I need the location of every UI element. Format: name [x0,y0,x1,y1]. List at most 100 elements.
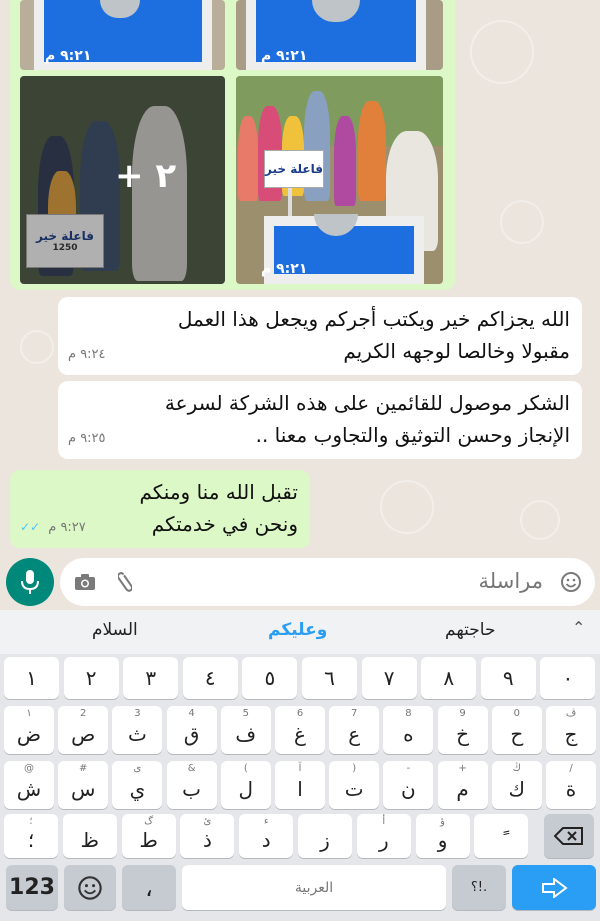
letter-key[interactable]: / ة [546,761,596,809]
key-hint: 3 [134,708,141,719]
letter-key[interactable]: ) ت [329,761,380,809]
key-label: ٢ [85,666,97,690]
mic-button[interactable] [6,558,54,606]
photo-thumbnail[interactable]: ٩:٢١ م [236,0,443,70]
number-key[interactable]: ٤ [182,657,238,699]
number-key[interactable]: ٩ [480,657,536,699]
key-hint: ؤ [440,816,446,827]
number-key[interactable]: ٠ [540,657,596,699]
photo-thumbnail[interactable]: فاعلة خير ٩:٢١ م [236,76,443,284]
number-key[interactable]: ٢ [63,657,119,699]
key-label: ق [183,722,200,746]
key-hint: / [569,763,573,774]
enter-key[interactable] [512,865,596,910]
key-label: ٧ [383,666,395,690]
number-key[interactable]: ٧ [361,657,417,699]
letter-key[interactable]: ز [298,814,352,858]
letter-key[interactable]: @ ش [4,761,54,809]
message-time: ✓✓ ٩:٢٧ م [20,511,86,544]
message-composer: مراسلة [0,555,600,610]
number-key[interactable]: ١ [4,657,59,699]
key-hint: ء [263,816,269,827]
letter-key[interactable]: 5ف [220,706,271,754]
incoming-message[interactable]: الشكر موصول للقائمين على هذه الشركة لسرع… [58,381,582,459]
letter-key[interactable]: ڭك [491,761,542,809]
key-hint: 8 [405,708,412,719]
letter-key[interactable]: ١ض [4,706,54,754]
key-label: ي [129,777,146,801]
letter-key[interactable]: 9خ [437,706,488,754]
letter-key[interactable]: ظ [62,814,117,858]
suggestion-right[interactable]: حاجتهم [445,620,495,640]
emoji-key[interactable] [64,865,116,910]
camera-button[interactable] [72,570,98,594]
letter-key[interactable]: -ن [383,761,434,809]
key-label: ٦ [324,666,335,690]
letter-key[interactable]: 0ح [491,706,542,754]
message-text: الله يجزاكم خير ويكتب أجركم ويجعل هذا ال… [177,307,570,363]
suggestion-left[interactable]: السلام [92,620,138,640]
number-key[interactable]: ٨ [421,657,477,699]
message-time: ٩:٢٤ م [68,347,106,362]
space-key[interactable]: العربية [182,865,446,910]
letter-key[interactable]: # س [58,761,109,809]
expand-suggestions-icon[interactable]: ⌃ [572,618,585,637]
more-photos-count: + ٢ [115,156,177,196]
photo-thumbnail[interactable]: فاعلة خير 1250 + ٢ [20,76,225,284]
letter-key[interactable]: ڤج [546,706,596,754]
photo-thumbnail[interactable]: ٩:٢١ م [20,0,225,70]
letter-key[interactable]: آا [275,761,325,809]
letter-key[interactable]: 2ص [58,706,109,754]
message-placeholder: مراسلة [478,569,543,593]
key-label: ظ [80,828,100,852]
letter-key[interactable]: ئذ [180,814,235,858]
key-label: ٠ [562,666,574,690]
chat-area: ٩:٢١ م ٩:٢١ م فاعلة خير 1250 + ٢ فاعلة خ… [0,0,600,610]
keyboard: السلام وعليكم حاجتهم ⌃ ١ ٢ ٣٤٥ ٦ ٧ ٨٩ ٠ ١ض2ص3ث4… [0,610,600,921]
backspace-icon [554,827,583,845]
wallpaper-doodle [470,20,534,84]
letter-key[interactable]: ؛ ؛ [4,814,58,858]
key-hint: 7 [351,708,358,719]
key-label: ص [71,722,96,746]
key-hint: @ [24,763,34,774]
key-label: ن [401,777,416,801]
letter-key[interactable]: أر [356,814,411,858]
attach-button[interactable] [112,568,138,596]
letter-key[interactable]: 4ق [166,706,217,754]
comma-key[interactable]: ، [122,865,176,910]
paperclip-icon [118,572,132,592]
outgoing-message[interactable]: تقبل الله منا ومنكم ونحن في خدمتكم ✓✓ ٩:… [10,470,310,548]
letter-key[interactable]: 3ث [112,706,163,754]
letter-key[interactable]: 6غ [275,706,325,754]
letter-key[interactable]: 7ع [329,706,380,754]
incoming-message[interactable]: الله يجزاكم خير ويكتب أجركم ويجعل هذا ال… [58,297,582,375]
key-hint: 0 [513,708,520,719]
number-key[interactable]: ٥ [242,657,298,699]
wallpaper-doodle [380,480,434,534]
suggestion-center[interactable]: وعليكم [268,620,327,640]
message-input[interactable]: مراسلة [60,558,595,606]
key-label: ح [510,722,524,746]
number-key[interactable]: ٣ [123,657,179,699]
letter-key[interactable]: ً [474,814,529,858]
letter-key[interactable]: 8ه [383,706,434,754]
backspace-key[interactable] [544,814,594,858]
punctuation-key[interactable]: ؟!. [452,865,506,910]
number-key[interactable]: ٦ [302,657,357,699]
letter-key[interactable]: & ب [166,761,217,809]
letter-key[interactable]: (ل [220,761,271,809]
letter-key[interactable]: + م [437,761,488,809]
numbers-mode-key[interactable]: 123 [6,865,58,910]
key-label: س [70,777,96,801]
emoji-button[interactable] [559,570,583,594]
read-receipt-icon: ✓✓ [20,520,41,534]
letter-key[interactable]: ؤو [415,814,470,858]
letter-key[interactable]: ىي [112,761,163,809]
letter-key[interactable]: گط [121,814,176,858]
key-hint: ( [243,763,248,774]
key-hint: ؛ [29,816,33,827]
letter-key[interactable]: ءد [239,814,294,858]
person-image [238,116,258,201]
wallpaper-doodle [520,500,560,540]
